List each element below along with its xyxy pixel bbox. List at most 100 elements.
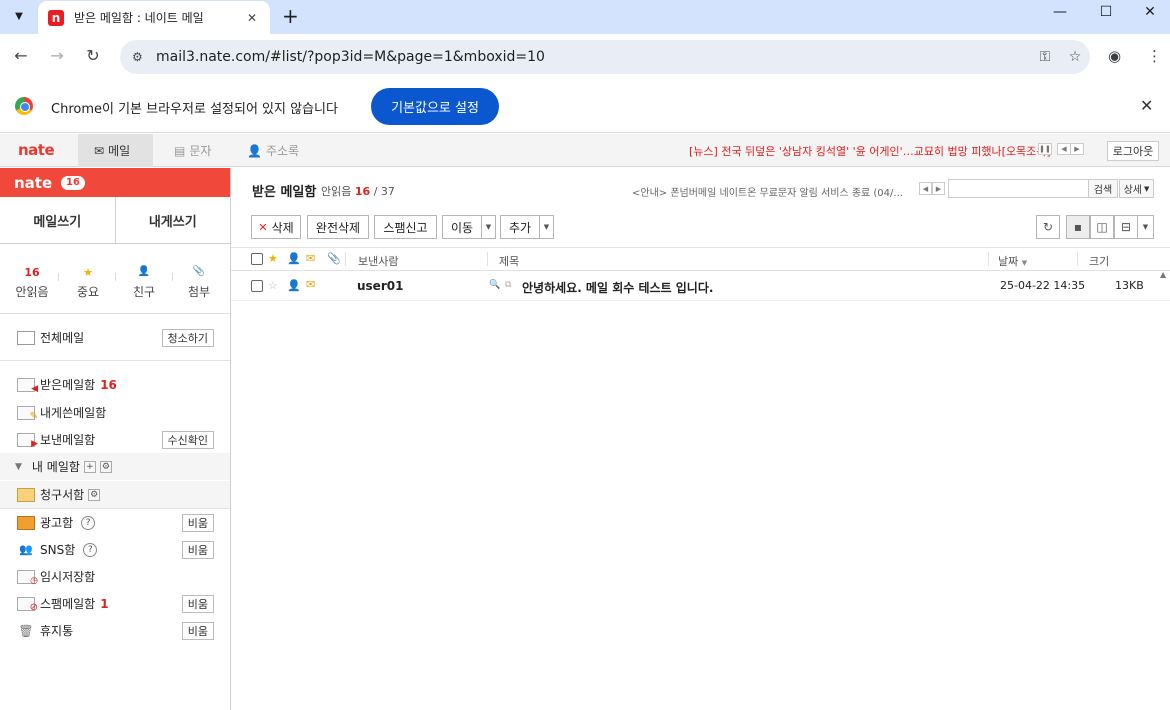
folder-trash[interactable]: 🗑 휴지통 비움	[0, 617, 230, 644]
infobar-close-icon[interactable]: ✕	[1140, 96, 1153, 115]
logout-button[interactable]: 로그아웃	[1107, 141, 1159, 161]
empty-sns-button[interactable]: 비움	[181, 540, 214, 559]
permanent-delete-button[interactable]: 완전삭제	[307, 215, 369, 239]
quick-important[interactable]: ★ 중요	[63, 266, 113, 300]
bookmark-star-icon[interactable]: ☆	[1060, 49, 1090, 65]
site-info-icon[interactable]: ⚙	[132, 50, 150, 64]
reload-icon[interactable]: ↻	[83, 46, 103, 65]
view-dropdown-icon[interactable]: ▼	[1138, 215, 1154, 239]
star-header-icon[interactable]: ★	[268, 252, 278, 265]
sidebar-nate-logo[interactable]: nate	[14, 174, 52, 192]
detail-label: 상세	[1123, 185, 1142, 196]
address-bar[interactable]: ⚙ mail3.nate.com/#list/?pop3id=M&page=1&…	[120, 40, 1090, 74]
date-column-header[interactable]: 날짜 ▼	[998, 253, 1027, 269]
url-text[interactable]: mail3.nate.com/#list/?pop3id=M&page=1&mb…	[156, 49, 1030, 65]
move-button[interactable]: 이동	[442, 215, 482, 239]
subject-column-header[interactable]: 제목	[499, 253, 519, 269]
tab-search-icon[interactable]: ▼	[8, 5, 30, 27]
empty-ads-button[interactable]: 비움	[181, 513, 214, 532]
row-sender[interactable]: user01	[357, 279, 403, 293]
compose-button[interactable]: 메일쓰기	[0, 197, 115, 243]
news-prev-icon[interactable]: ◀	[1057, 143, 1071, 155]
more-dropdown-icon[interactable]: ▼	[540, 215, 554, 239]
search-button[interactable]: 검색	[1088, 179, 1118, 198]
scroll-up-arrow-icon[interactable]: ▲	[1160, 270, 1166, 279]
news-ticker[interactable]: [뉴스] 전국 뒤덮은 '상남자 킹석열' '윤 어게인'…교묘히 법망 피했나…	[689, 143, 1051, 159]
attachment-header-icon[interactable]: 📎	[327, 252, 341, 265]
row-subject[interactable]: 안녕하세요. 메일 회수 테스트 입니다.	[522, 279, 713, 296]
folder-inbox[interactable]: ◀ 받은메일함 16	[0, 371, 230, 398]
view-list-icon[interactable]: ▪	[1066, 215, 1090, 239]
read-receipt-button[interactable]: 수신확인	[161, 430, 214, 449]
news-next-icon[interactable]: ▶	[1070, 143, 1084, 155]
my-folders-header[interactable]: ▼ 내 메일함 + ⚙	[0, 453, 230, 480]
set-default-button[interactable]: 기본값으로 설정	[371, 88, 499, 125]
clean-button[interactable]: 청소하기	[161, 328, 214, 347]
help-icon[interactable]: ?	[83, 542, 98, 557]
view-split-horizontal-icon[interactable]: ⊟	[1114, 215, 1138, 239]
open-new-window-icon[interactable]: ⧉	[505, 280, 511, 290]
sender-column-header[interactable]: 보낸사람	[358, 253, 398, 269]
folder-sent[interactable]: ▶ 보낸메일함 수신확인	[0, 426, 230, 453]
quick-unread[interactable]: 16 안읽음	[7, 266, 57, 300]
folder-sent-self[interactable]: ✎ 내게쓴메일함	[0, 399, 230, 426]
folder-sns[interactable]: 👥 SNS함 ? 비움	[0, 536, 230, 563]
add-folder-icon[interactable]: +	[83, 460, 96, 473]
search-input[interactable]	[948, 179, 1089, 198]
report-spam-button[interactable]: 스팸신고	[374, 215, 437, 239]
minimize-icon[interactable]: —	[1050, 4, 1070, 20]
delete-button[interactable]: ✕ 삭제	[251, 215, 301, 239]
gnb-tab-mail[interactable]: ✉ 메일	[78, 134, 153, 167]
back-icon[interactable]: ←	[11, 46, 31, 65]
folder-all-mail[interactable]: 전체메일 청소하기	[0, 324, 230, 351]
folder-spam[interactable]: ⊘ 스팸메일함 1 비움	[0, 590, 230, 617]
view-split-vertical-icon[interactable]: ◫	[1090, 215, 1114, 239]
password-key-icon[interactable]: ⚿	[1030, 49, 1060, 65]
gnb-tab-sms[interactable]: ▤ 문자	[174, 134, 211, 167]
table-row[interactable]: ☆ 👤 ✉ user01 🔍 ⧉ 안녕하세요. 메일 회수 테스트 입니다. 2…	[231, 272, 1170, 301]
new-tab-icon[interactable]: +	[282, 4, 299, 28]
chevron-down-icon: ▼	[1144, 184, 1150, 193]
folder-settings-icon[interactable]: ⚙	[99, 460, 112, 473]
browser-tab[interactable]: n 받은 메일함 : 네이트 메일 ✕	[38, 1, 270, 34]
news-pause-icon[interactable]: ❚❚	[1038, 143, 1052, 155]
empty-spam-button[interactable]: 비움	[181, 594, 214, 613]
folder-label: 전체메일	[40, 331, 85, 345]
folder-bills[interactable]: 청구서함 ⚙	[0, 481, 230, 508]
folder-drafts[interactable]: ◷ 임시저장함	[0, 563, 230, 590]
bills-settings-icon[interactable]: ⚙	[88, 488, 101, 501]
window-close-icon[interactable]: ✕	[1140, 4, 1160, 20]
size-column-header[interactable]: 크기	[1089, 253, 1109, 269]
gnb-tab-contacts[interactable]: 👤 주소록	[247, 134, 299, 167]
help-icon[interactable]: ?	[81, 515, 96, 530]
more-button[interactable]: 추가	[500, 215, 540, 239]
row-checkbox[interactable]	[251, 280, 263, 292]
profile-icon[interactable]: ◉	[1108, 47, 1121, 65]
move-dropdown-icon[interactable]: ▼	[482, 215, 496, 239]
forward-icon[interactable]: →	[47, 46, 67, 65]
advanced-search-button[interactable]: 상세 ▼	[1119, 179, 1154, 198]
quick-friends[interactable]: 👤 친구	[119, 266, 169, 300]
notice-prev-icon[interactable]: ◀	[919, 182, 932, 195]
preview-magnifier-icon[interactable]: 🔍	[489, 280, 500, 290]
empty-trash-button[interactable]: 비움	[181, 621, 214, 640]
select-all-checkbox[interactable]	[251, 253, 263, 265]
menu-kebab-icon[interactable]: ⋮	[1147, 47, 1162, 65]
default-browser-infobar: Chrome이 기본 브라우저로 설정되어 있지 않습니다 기본값으로 설정 ✕	[0, 80, 1170, 133]
collapse-triangle-icon[interactable]: ▼	[15, 462, 22, 472]
envelope-header-icon[interactable]: ✉	[306, 252, 315, 265]
quick-attachments[interactable]: 📎 첨부	[174, 266, 224, 300]
maximize-icon[interactable]: ☐	[1096, 4, 1116, 20]
unread-number[interactable]: 16	[355, 185, 370, 198]
star-toggle-icon[interactable]: ☆	[268, 279, 278, 292]
notice-text[interactable]: <안내> 폰넘버메일 네이트온 무료문자 알림 서비스 종료 (04/...	[632, 184, 903, 199]
friend-header-icon[interactable]: 👤	[287, 252, 301, 265]
folder-ads[interactable]: 광고함 ? 비움	[0, 509, 230, 536]
gnb-tab-label: 주소록	[265, 144, 300, 158]
refresh-icon[interactable]: ↻	[1036, 215, 1060, 239]
compose-self-button[interactable]: 내게쓰기	[114, 197, 231, 243]
unread-envelope-icon[interactable]: ✉	[306, 278, 315, 291]
close-tab-icon[interactable]: ✕	[244, 11, 260, 25]
notice-next-icon[interactable]: ▶	[932, 182, 945, 195]
nate-logo[interactable]: nate	[18, 141, 55, 159]
